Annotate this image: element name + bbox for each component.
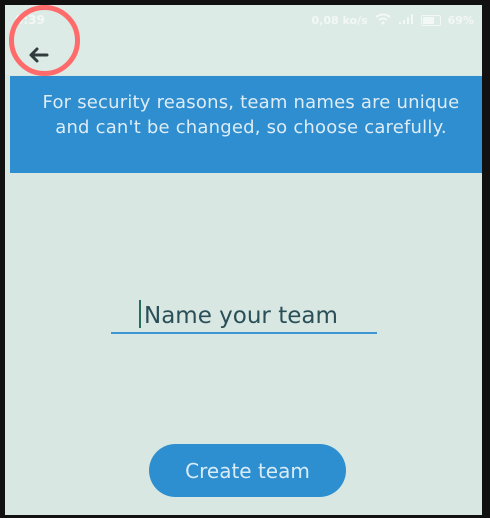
text-cursor: [139, 300, 141, 328]
team-name-field[interactable]: [111, 298, 377, 334]
app-screen: 0:39 0,08 ko/s 69% For security reasons,…: [0, 0, 490, 518]
security-notice: For security reasons, team names are uni…: [10, 76, 482, 173]
team-name-input[interactable]: [142, 298, 376, 334]
status-indicators: 0,08 ko/s 69%: [312, 13, 474, 28]
create-team-button[interactable]: Create team: [149, 444, 346, 497]
wifi-icon: [375, 13, 391, 28]
battery-icon: [420, 15, 441, 26]
security-notice-text: For security reasons, team names are uni…: [42, 92, 460, 138]
battery-percent: 69%: [447, 14, 474, 27]
network-speed: 0,08 ko/s: [311, 14, 368, 27]
highlight-ring: [9, 5, 80, 76]
signal-icon: [398, 13, 414, 28]
team-form: Create team: [5, 173, 482, 515]
